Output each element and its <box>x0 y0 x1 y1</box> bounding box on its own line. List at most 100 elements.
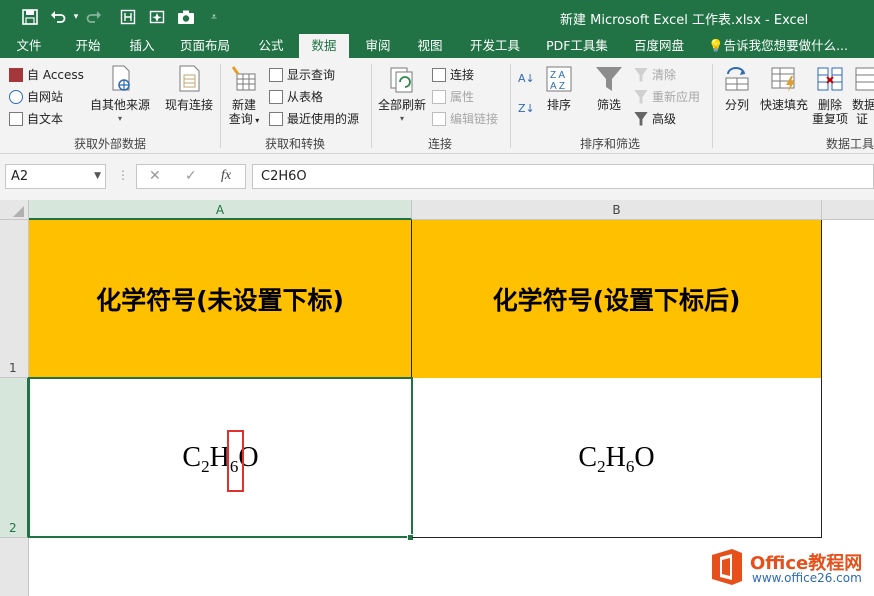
tab-home[interactable]: 开始 <box>65 34 111 58</box>
sort-ascending-icon: A↓ <box>518 72 535 85</box>
connections-icon <box>432 67 446 82</box>
clear-filter-button[interactable]: 清除 <box>634 66 676 83</box>
tab-formulas[interactable]: 公式 <box>248 34 294 58</box>
column-header-a[interactable]: A <box>29 200 412 220</box>
sort-ascending-button[interactable]: A↓ <box>518 72 535 85</box>
from-text-button[interactable]: 自文本 <box>9 110 63 127</box>
tab-review[interactable]: 审阅 <box>355 34 401 58</box>
formula-buttons: ✕ ✓ fx <box>136 164 246 189</box>
from-table-button[interactable]: 从表格 <box>269 88 323 105</box>
remove-duplicates-button[interactable]: 删除 重复项 <box>812 64 848 126</box>
group-separator <box>371 64 372 148</box>
flash-fill-button[interactable]: 快速填充 <box>758 64 810 112</box>
text-to-columns-icon <box>722 64 752 94</box>
tab-pdf-tools[interactable]: PDF工具集 <box>540 34 614 58</box>
group-separator <box>220 64 221 148</box>
recent-sources-button[interactable]: 最近使用的源 <box>269 110 359 127</box>
group-separator <box>712 64 713 148</box>
show-queries-button[interactable]: 显示查询 <box>269 66 335 83</box>
connections-button[interactable]: 连接 <box>432 66 474 83</box>
text-to-columns-button[interactable]: 分列 <box>718 64 756 112</box>
other-sources-button[interactable]: 自其他来源 ▾ <box>88 64 152 126</box>
watermark-url: www.office26.com <box>752 571 862 585</box>
formula-input[interactable]: C2H6O <box>252 164 874 189</box>
edit-links-button[interactable]: 编辑链接 <box>432 110 498 127</box>
tab-view[interactable]: 视图 <box>407 34 453 58</box>
tab-page-layout[interactable]: 页面布局 <box>173 34 237 58</box>
new-query-button[interactable]: 新建 查询 ▾ <box>224 64 264 128</box>
formula-b2: C2H6O <box>578 441 655 476</box>
tab-insert[interactable]: 插入 <box>119 34 165 58</box>
undo-dropdown-icon[interactable]: ▾ <box>66 7 86 27</box>
remove-duplicates-icon <box>815 64 845 94</box>
flash-fill-icon <box>769 64 799 94</box>
table-icon <box>269 89 283 104</box>
filter-button[interactable]: 筛选 <box>591 64 627 112</box>
reapply-icon <box>634 89 648 104</box>
row-header-2[interactable]: 2 <box>0 378 29 538</box>
from-access-button[interactable]: 自 Access <box>9 66 84 83</box>
column-header-c[interactable] <box>822 200 874 220</box>
svg-text:A Z: A Z <box>550 81 565 92</box>
dropdown-arrow-icon: ▾ <box>399 114 404 123</box>
sort-descending-button[interactable]: Z↓ <box>518 102 535 115</box>
row-header-1[interactable]: 1 <box>0 220 29 378</box>
row-header-3[interactable] <box>0 538 29 596</box>
cell-b2[interactable]: C2H6O <box>412 378 822 538</box>
worksheet-grid: A B 1 2 化学符号(未设置下标) 化学符号(设置下标后) C2H6 O C2… <box>0 200 874 596</box>
globe-icon <box>9 89 23 104</box>
cancel-icon[interactable]: ✕ <box>149 168 161 184</box>
formula-a2: C2H6 O <box>182 429 259 492</box>
other-sources-icon <box>105 64 135 94</box>
group-separator <box>510 64 511 148</box>
text-file-icon <box>9 111 23 126</box>
cell-b1[interactable]: 化学符号(设置下标后) <box>412 220 822 378</box>
new-query-icon <box>229 64 259 94</box>
tell-me-search[interactable]: 💡告诉我您想要做什么... <box>708 34 848 58</box>
tab-file[interactable]: 文件 <box>5 34 53 58</box>
cell-a1[interactable]: 化学符号(未设置下标) <box>29 220 412 378</box>
sort-button[interactable]: Z AA Z 排序 <box>541 64 577 112</box>
tab-data[interactable]: 数据 <box>299 34 349 58</box>
lightbulb-icon: 💡 <box>708 38 724 53</box>
camera-icon[interactable] <box>176 7 196 27</box>
tab-developer[interactable]: 开发工具 <box>463 34 527 58</box>
group-label-sort-filter: 排序和筛选 <box>579 137 640 151</box>
pin-icon[interactable] <box>147 7 167 27</box>
office-logo-icon <box>712 549 742 585</box>
drag-handle-icon[interactable]: ⋮ <box>117 168 129 182</box>
funnel-icon <box>594 64 624 94</box>
highlight-box <box>226 429 244 492</box>
dropdown-arrow-icon: ▾ <box>252 116 260 125</box>
column-header-b[interactable]: B <box>412 200 822 220</box>
ribbon: 自 Access 自网站 自文本 自其他来源 ▾ 现有连接 获取外部数据 新建 … <box>0 58 874 154</box>
svg-text:Z A: Z A <box>550 70 565 81</box>
select-all-corner[interactable] <box>0 200 29 220</box>
group-label-get-transform: 获取和转换 <box>264 137 325 151</box>
cell-a2-selected[interactable]: C2H6 O <box>28 377 413 538</box>
advanced-filter-button[interactable]: 高级 <box>634 110 676 127</box>
from-web-button[interactable]: 自网站 <box>9 88 63 105</box>
advanced-filter-icon <box>634 111 648 126</box>
group-label-connections: 连接 <box>427 137 452 151</box>
reapply-button[interactable]: 重新应用 <box>634 88 700 105</box>
group-label-get-external: 获取外部数据 <box>73 137 146 151</box>
properties-button[interactable]: 属性 <box>432 88 474 105</box>
customize-icon[interactable]: ⩡ <box>204 7 224 27</box>
watermark: Office教程网 www.office26.com <box>706 543 866 591</box>
data-validation-button[interactable]: 数据 证 <box>852 64 874 126</box>
refresh-all-button[interactable]: 全部刷新 ▾ <box>375 64 429 126</box>
chevron-down-icon[interactable]: ▼ <box>94 165 101 188</box>
touch-mode-icon[interactable] <box>118 7 138 27</box>
insert-function-icon[interactable]: fx <box>221 168 231 184</box>
window-title: 新建 Microsoft Excel 工作表.xlsx - Excel <box>560 13 809 28</box>
undo-icon[interactable] <box>48 7 68 27</box>
data-validation-icon <box>854 64 874 94</box>
enter-icon[interactable]: ✓ <box>185 168 197 184</box>
name-box[interactable]: A2 ▼ <box>5 164 106 189</box>
existing-connections-button[interactable]: 现有连接 <box>160 64 218 112</box>
tab-baidu-netdisk[interactable]: 百度网盘 <box>626 34 692 58</box>
save-icon[interactable] <box>20 7 40 27</box>
redo-icon[interactable] <box>84 7 104 27</box>
properties-icon <box>432 89 446 104</box>
